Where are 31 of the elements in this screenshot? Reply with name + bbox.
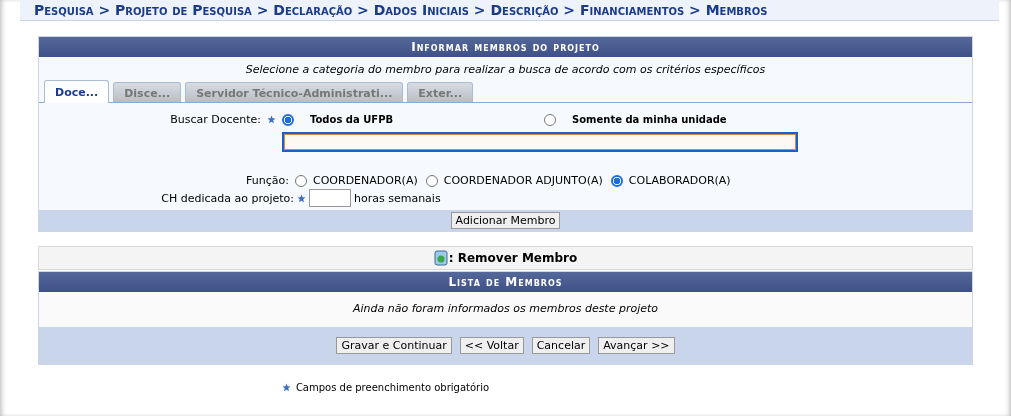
- radio-button[interactable]: [610, 174, 623, 187]
- option-label: Somente da minha unidade: [572, 113, 727, 125]
- radio-button[interactable]: [295, 174, 307, 187]
- field-label: Função:: [245, 174, 289, 187]
- field-label: Buscar Docente:: [169, 113, 261, 126]
- radio-button[interactable]: [425, 174, 438, 187]
- radio-button[interactable]: [282, 113, 294, 126]
- unit-label: horas semanais: [354, 191, 441, 205]
- action-button[interactable]: Gravar e Continuar: [336, 337, 452, 354]
- option-label: Todos da UFPB: [310, 113, 394, 125]
- option-label: COORDENADOR ADJUNTO(A): [443, 174, 603, 187]
- required-icon: [281, 383, 291, 392]
- legend-text: : Remover Membro: [448, 251, 578, 265]
- hours-field[interactable]: [309, 189, 351, 207]
- section-header: Lista de Membros: [39, 272, 972, 292]
- footnote: Campos de preenchimento obrigatório: [295, 382, 490, 393]
- action-button[interactable]: << Voltar: [459, 337, 524, 354]
- field-label: CH dedicada ao projeto:: [160, 191, 294, 205]
- add-member-button[interactable]: Adicionar Membro: [450, 212, 561, 229]
- trash-bin-icon: [433, 250, 448, 266]
- empty-message: Ainda não foram informados os membros deste projeto: [39, 292, 972, 327]
- search-field[interactable]: [282, 132, 798, 152]
- radio-button[interactable]: [544, 113, 556, 126]
- breadcrumb: Pesquisa > Projeto de Pesquisa > Declaração > Dados Iniciais > Descrição > Financiamentos > Membros: [20, 0, 999, 21]
- option-label: COORDENADOR(A): [313, 174, 418, 187]
- action-button[interactable]: Cancelar: [531, 337, 591, 354]
- action-button[interactable]: Avançar >>: [598, 337, 675, 354]
- option-label: COLABORADOR(A): [628, 174, 731, 187]
- instruction-text: Selecione a categoria do membro para realizar a busca de acordo com os critérios específicos: [244, 62, 767, 78]
- section-header: Informar membros do projeto: [39, 37, 972, 57]
- tab[interactable]: Doce...: [44, 80, 110, 103]
